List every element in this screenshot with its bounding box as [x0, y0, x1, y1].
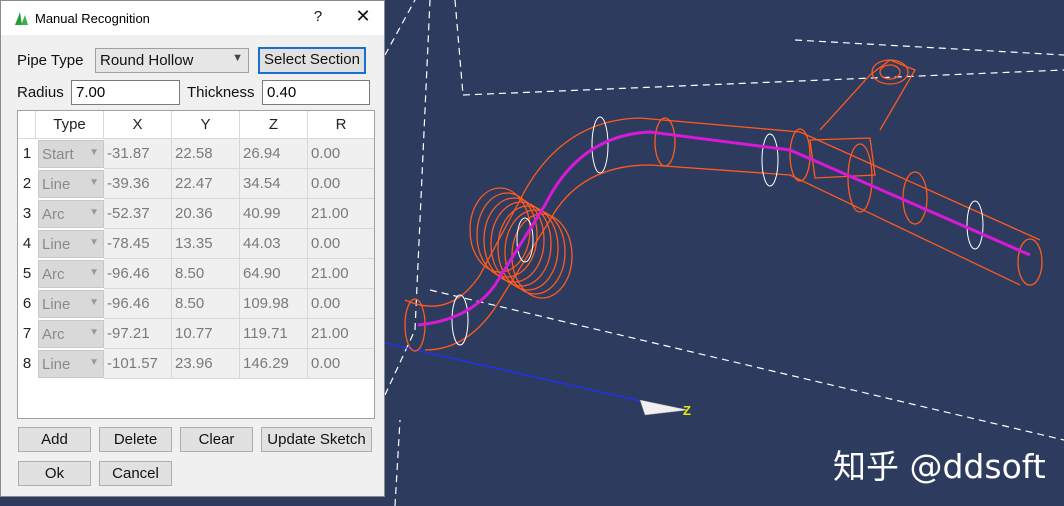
app-logo-icon — [15, 12, 28, 25]
type-select[interactable]: Arc ▼ — [38, 260, 104, 288]
radius-input[interactable] — [71, 80, 180, 105]
thickness-input[interactable] — [262, 80, 370, 105]
select-section-button[interactable]: Select Section — [258, 47, 366, 74]
column-header-y[interactable]: Y — [172, 111, 240, 139]
chevron-down-icon: ▼ — [89, 327, 99, 338]
cell-x[interactable]: -78.45 — [104, 229, 172, 259]
cell-z[interactable]: 119.71 — [240, 319, 308, 349]
type-select[interactable]: Line ▼ — [38, 350, 104, 378]
z-axis-label: Z — [683, 403, 691, 418]
chevron-down-icon: ▼ — [89, 177, 99, 188]
cell-x[interactable]: -97.21 — [104, 319, 172, 349]
cell-z[interactable]: 34.54 — [240, 169, 308, 199]
type-select[interactable]: Line ▼ — [38, 290, 104, 318]
row-number: 8 — [22, 355, 32, 372]
delete-button[interactable]: Delete — [99, 427, 172, 452]
row-number: 2 — [22, 175, 32, 192]
cell-z[interactable]: 40.99 — [240, 199, 308, 229]
chevron-down-icon: ▼ — [89, 237, 99, 248]
column-header-type[interactable]: Type — [36, 111, 104, 139]
cell-y[interactable]: 22.58 — [172, 139, 240, 169]
pipe-type-value: Round Hollow — [100, 52, 194, 69]
cell-z[interactable]: 146.29 — [240, 349, 308, 379]
pipe-type-select[interactable]: Round Hollow ▼ — [95, 48, 249, 73]
cell-r[interactable]: 21.00 — [308, 199, 374, 229]
chevron-down-icon: ▼ — [89, 147, 99, 158]
add-button[interactable]: Add — [18, 427, 91, 452]
row-number: 7 — [22, 325, 32, 342]
type-value: Line — [42, 176, 71, 193]
type-select[interactable]: Arc ▼ — [38, 200, 104, 228]
cell-x[interactable]: -52.37 — [104, 199, 172, 229]
cell-r[interactable]: 21.00 — [308, 319, 374, 349]
type-value: Line — [42, 356, 71, 373]
row-number: 4 — [22, 235, 32, 252]
column-header-r[interactable]: R — [308, 111, 374, 139]
cell-y[interactable]: 23.96 — [172, 349, 240, 379]
cell-r[interactable]: 0.00 — [308, 349, 374, 379]
type-select[interactable]: Line ▼ — [38, 170, 104, 198]
watermark-text: 知乎 @ddsoft — [833, 447, 1046, 486]
radius-label: Radius — [17, 84, 64, 101]
type-value: Arc — [42, 266, 65, 283]
chevron-down-icon: ▼ — [89, 207, 99, 218]
bounding-box-lines — [384, 0, 1064, 506]
type-value: Start — [42, 146, 74, 163]
type-select[interactable]: Line ▼ — [38, 230, 104, 258]
chevron-down-icon: ▼ — [89, 297, 99, 308]
chevron-down-icon: ▼ — [89, 267, 99, 278]
cell-y[interactable]: 10.77 — [172, 319, 240, 349]
update-sketch-button[interactable]: Update Sketch — [261, 427, 372, 452]
ok-button[interactable]: Ok — [18, 461, 91, 486]
type-value: Arc — [42, 326, 65, 343]
z-axis-cone — [639, 399, 689, 416]
cell-y[interactable]: 22.47 — [172, 169, 240, 199]
row-number: 3 — [22, 205, 32, 222]
type-value: Line — [42, 236, 71, 253]
dialog-title: Manual Recognition — [35, 11, 150, 26]
column-header-x[interactable]: X — [104, 111, 172, 139]
points-table[interactable]: Type X Y Z R 1 Start ▼ -31.87 22.58 26.94 0.00… — [17, 110, 375, 419]
type-value: Line — [42, 296, 71, 313]
dialog-titlebar[interactable]: Manual Recognition ? ✕ — [1, 1, 384, 35]
cell-z[interactable]: 109.98 — [240, 289, 308, 319]
manual-recognition-dialog: Manual Recognition ? ✕ Pipe Type Round H… — [0, 0, 385, 497]
cell-y[interactable]: 13.35 — [172, 229, 240, 259]
chevron-down-icon: ▼ — [89, 357, 99, 368]
pipe-wireframe — [404, 59, 1043, 352]
type-value: Arc — [42, 206, 65, 223]
cell-x[interactable]: -31.87 — [104, 139, 172, 169]
cell-r[interactable]: 0.00 — [308, 289, 374, 319]
cell-y[interactable]: 8.50 — [172, 289, 240, 319]
close-button[interactable]: ✕ — [351, 6, 375, 30]
cell-z[interactable]: 26.94 — [240, 139, 308, 169]
cell-r[interactable]: 0.00 — [308, 169, 374, 199]
pipe-type-label: Pipe Type — [17, 52, 84, 69]
cell-x[interactable]: -39.36 — [104, 169, 172, 199]
cell-r[interactable]: 0.00 — [308, 229, 374, 259]
cell-y[interactable]: 8.50 — [172, 259, 240, 289]
cell-z[interactable]: 44.03 — [240, 229, 308, 259]
chevron-down-icon: ▼ — [232, 52, 243, 64]
cell-x[interactable]: -101.57 — [104, 349, 172, 379]
cell-x[interactable]: -96.46 — [104, 289, 172, 319]
row-number-header — [18, 111, 36, 139]
column-header-z[interactable]: Z — [240, 111, 308, 139]
row-number: 5 — [22, 265, 32, 282]
cancel-button[interactable]: Cancel — [99, 461, 172, 486]
row-number: 1 — [22, 145, 32, 162]
cell-x[interactable]: -96.46 — [104, 259, 172, 289]
type-select[interactable]: Start ▼ — [38, 140, 104, 168]
z-axis-line — [384, 342, 681, 411]
cell-z[interactable]: 64.90 — [240, 259, 308, 289]
clear-button[interactable]: Clear — [180, 427, 253, 452]
cell-r[interactable]: 0.00 — [308, 139, 374, 169]
row-number: 6 — [22, 295, 32, 312]
type-select[interactable]: Arc ▼ — [38, 320, 104, 348]
thickness-label: Thickness — [187, 84, 255, 101]
section-rings — [451, 116, 984, 346]
help-button[interactable]: ? — [309, 8, 327, 28]
cell-r[interactable]: 21.00 — [308, 259, 374, 289]
cell-y[interactable]: 20.36 — [172, 199, 240, 229]
